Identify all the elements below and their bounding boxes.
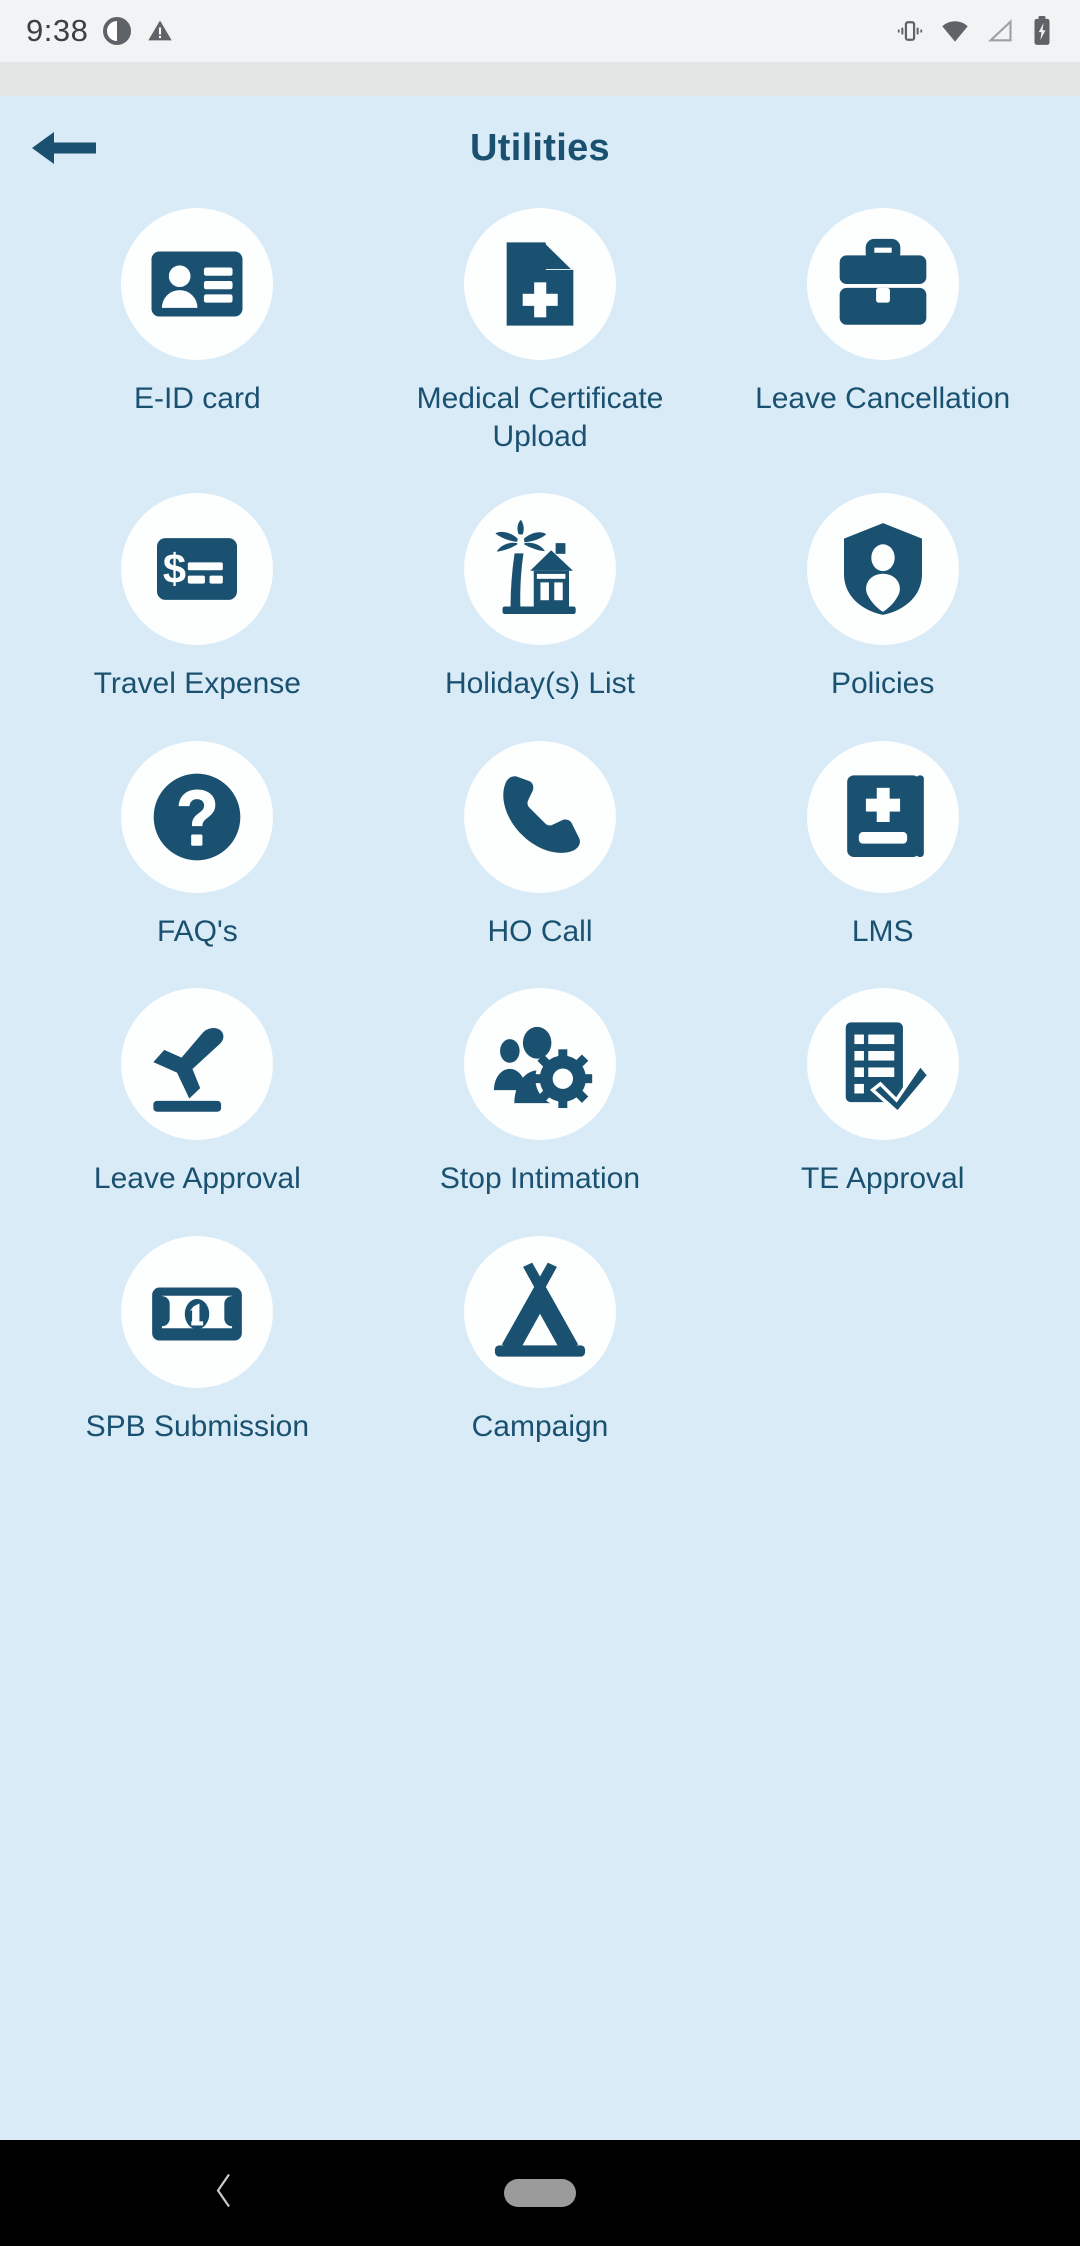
secondary-bar (0, 62, 1080, 96)
tile-holidays-list[interactable]: Holiday(s) List (369, 493, 712, 703)
tile-label: FAQ's (156, 914, 238, 948)
tile-campaign[interactable]: Campaign (369, 1235, 712, 1446)
tile-label: Travel Expense (93, 667, 301, 700)
icon-circle (121, 988, 274, 1140)
home-pill-handle[interactable] (504, 2179, 576, 2207)
banknote-icon (152, 1287, 243, 1341)
tile-label: TE Approval (800, 1162, 965, 1195)
tent-icon (494, 1262, 586, 1357)
svg-text:$: $ (163, 545, 186, 592)
back-button[interactable] (22, 116, 108, 180)
checklist-check-icon (845, 1022, 931, 1116)
status-bar: 9:38 (0, 0, 1080, 62)
briefcase-icon (839, 238, 926, 325)
battery-charging-icon (1034, 16, 1050, 45)
icon-circle (806, 208, 959, 360)
icon-circle (463, 1235, 616, 1388)
phone-icon (503, 775, 580, 853)
warning-icon (148, 20, 173, 41)
tile-label: HO Call (487, 914, 593, 948)
palm-house-icon (495, 519, 576, 615)
tile-e-id-card[interactable]: E-ID card (26, 208, 369, 455)
app-screen: 9:38 Utilities E-ID card Medical Certifi… (0, 0, 1080, 2246)
id-card-icon (151, 251, 243, 317)
icon-circle (121, 1235, 274, 1388)
status-bar-clock: 9:38 (26, 13, 89, 48)
bottom-spacer (0, 1445, 1080, 1585)
nav-back-button[interactable] (212, 2171, 238, 2216)
icon-circle (121, 740, 274, 893)
system-nav-bar (0, 2140, 1080, 2246)
tile-travel-expense[interactable]: $ Travel Expense (26, 493, 369, 703)
people-gear-icon (493, 1026, 593, 1109)
do-not-disturb-icon (103, 17, 132, 45)
cellular-signal-icon (988, 19, 1012, 42)
tile-leave-cancellation[interactable]: Leave Cancellation (711, 208, 1054, 455)
icon-circle (806, 740, 959, 893)
icon-circle (121, 208, 274, 360)
tile-label: Leave Cancellation (755, 382, 1011, 415)
tile-faqs[interactable]: FAQ's (26, 740, 369, 951)
vibrate-icon (897, 21, 923, 41)
app-header: Utilities (0, 96, 1080, 200)
status-bar-left: 9:38 (26, 13, 174, 49)
tile-label: Policies (830, 667, 935, 700)
tile-label: SPB Submission (85, 1409, 310, 1443)
question-circle-icon (153, 773, 241, 860)
tile-label: Medical Certificate Upload (416, 382, 664, 453)
tile-lms[interactable]: LMS (711, 740, 1054, 951)
airplane-departure-icon (153, 1027, 224, 1112)
wifi-icon (942, 21, 968, 42)
tile-label: Stop Intimation (439, 1162, 641, 1195)
icon-circle (806, 988, 959, 1140)
medical-book-icon (846, 774, 924, 857)
utilities-grid: E-ID card Medical Certificate Upload Lea… (0, 200, 1080, 1445)
medical-document-icon (506, 242, 574, 326)
tile-spb-submission[interactable]: SPB Submission (26, 1235, 369, 1446)
tile-stop-intimation[interactable]: Stop Intimation (369, 988, 712, 1198)
icon-circle (463, 493, 616, 645)
icon-circle (463, 208, 616, 360)
tile-label: Holiday(s) List (444, 667, 636, 700)
chevron-left-icon (216, 2173, 230, 2208)
status-bar-right (896, 16, 1054, 46)
tile-te-approval[interactable]: TE Approval (711, 988, 1054, 1198)
page-title: Utilities (470, 126, 610, 169)
icon-circle (463, 740, 616, 893)
tile-policies[interactable]: Policies (711, 493, 1054, 703)
shield-person-icon (843, 523, 922, 615)
arrow-left-icon (32, 132, 96, 164)
tile-label: LMS (851, 914, 914, 948)
tile-medical-certificate-upload[interactable]: Medical Certificate Upload (369, 208, 712, 455)
icon-circle (463, 988, 616, 1140)
tile-label: Campaign (471, 1409, 609, 1443)
tile-ho-call[interactable]: HO Call (369, 740, 712, 951)
tile-label: Leave Approval (93, 1162, 301, 1195)
icon-circle: $ (121, 493, 274, 645)
tile-leave-approval[interactable]: Leave Approval (26, 988, 369, 1198)
money-card-icon: $ (157, 538, 238, 600)
tile-label: E-ID card (133, 382, 261, 415)
icon-circle (806, 493, 959, 645)
